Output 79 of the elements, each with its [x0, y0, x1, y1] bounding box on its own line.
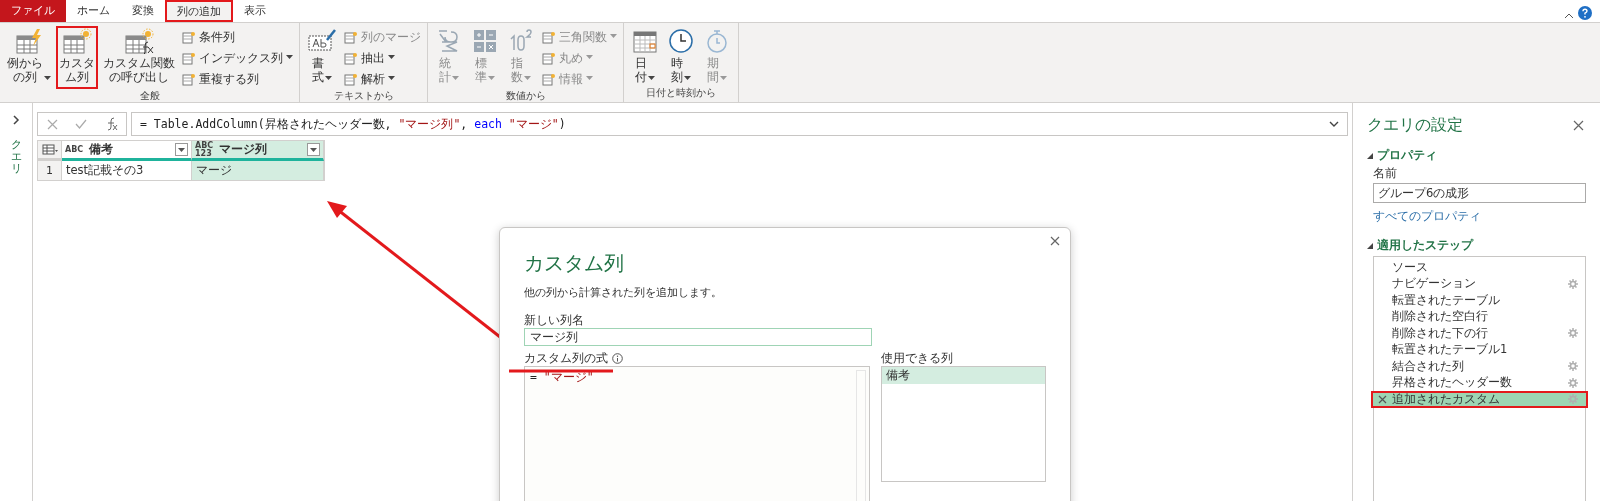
chevron-right-icon: [12, 115, 20, 125]
table-cell: マージ: [192, 161, 324, 180]
info-icon: [612, 352, 623, 364]
field-label: 新しい列名: [524, 312, 585, 328]
step-item[interactable]: 転置されたテーブル1: [1371, 341, 1588, 358]
ribbon-button[interactable]: カスタム関数の呼び出し: [100, 26, 178, 89]
group-label: 日付と時刻から: [645, 86, 717, 100]
triangle-down-icon: [1367, 242, 1373, 249]
type-label: ABC: [65, 145, 85, 154]
all-properties-link[interactable]: すべてのプロパティ: [1373, 209, 1586, 224]
caret-down-icon: [178, 147, 185, 152]
expand-button[interactable]: [10, 113, 22, 127]
calculator-icon: [472, 28, 498, 54]
step-item[interactable]: ソース: [1371, 259, 1588, 276]
ribbon-button[interactable]: 時刻: [664, 26, 698, 86]
dialog-description: 他の列から計算された列を追加します。: [524, 285, 723, 300]
dialog-title: カスタム列: [524, 250, 625, 277]
step-item[interactable]: 結合された列: [1371, 358, 1588, 375]
formula-editor[interactable]: = "マージ": [524, 366, 870, 501]
ribbon-tab[interactable]: 表示: [233, 0, 277, 22]
chevron-down-icon: [1329, 121, 1339, 127]
timer-icon: [704, 28, 730, 54]
filter-button[interactable]: [307, 143, 320, 156]
close-button[interactable]: [1571, 118, 1586, 133]
step-item[interactable]: 昇格されたヘッダー数: [1371, 374, 1588, 391]
formula-field[interactable]: = Table.AddColumn(昇格されたヘッダー数, "マージ列", each "マージ"): [131, 112, 1348, 136]
close-icon: [46, 118, 58, 130]
ribbon-tab[interactable]: 変換: [121, 0, 165, 22]
group-label: テキストから: [332, 89, 395, 103]
row-number: 1: [38, 161, 62, 180]
power-icon: [508, 28, 534, 54]
ribbon-button[interactable]: 解析: [342, 70, 423, 89]
step-item[interactable]: 削除された空白行: [1371, 308, 1588, 325]
ribbon-button[interactable]: 条件列: [180, 28, 295, 47]
input-field[interactable]: グループ6の成形: [1373, 183, 1586, 203]
help-button[interactable]: [1576, 4, 1594, 22]
step-item[interactable]: 削除された下の行: [1371, 325, 1588, 342]
clock-icon: [667, 28, 695, 54]
check-icon: [74, 119, 87, 129]
type-label: ABC 123: [195, 141, 215, 158]
caret-down-icon: [310, 147, 317, 152]
ribbon-button[interactable]: 書式: [304, 26, 340, 89]
ribbon-button[interactable]: 重複する列: [180, 70, 295, 89]
table-function-icon: [124, 28, 154, 54]
field-label: 名前: [1373, 166, 1398, 181]
calendar-icon: [632, 28, 658, 54]
close-icon: [1050, 236, 1060, 246]
ribbon-button[interactable]: インデックス列: [180, 49, 295, 68]
field-label: カスタム列の式: [524, 350, 608, 366]
ribbon-button[interactable]: 例からの列: [4, 26, 54, 89]
field-label: 使用できる列: [880, 350, 954, 366]
filter-button[interactable]: [175, 143, 188, 156]
ribbon-button[interactable]: 日付: [628, 26, 662, 86]
ribbon-tab[interactable]: ホーム: [66, 0, 121, 22]
column-header[interactable]: ABC 備考: [62, 141, 192, 161]
section-header[interactable]: プロパティ: [1367, 148, 1586, 163]
chevron-up-icon: [1564, 12, 1574, 20]
ribbon-tab[interactable]: 列の追加: [165, 0, 233, 22]
table-lightning-icon: [15, 28, 43, 54]
step-item[interactable]: 転置されたテーブル: [1371, 292, 1588, 309]
list-item[interactable]: 備考: [881, 367, 1045, 384]
text-format-icon: [307, 28, 337, 54]
ribbon-button[interactable]: カスタム列: [56, 26, 98, 89]
table-icon: [41, 143, 58, 156]
group-label: 全般: [138, 89, 161, 103]
table-sun-icon: [62, 28, 92, 54]
step-item[interactable]: 追加されたカスタム: [1371, 391, 1588, 408]
delete-icon: [1378, 394, 1387, 404]
input-field[interactable]: マージ列: [524, 328, 872, 346]
section-header[interactable]: 適用したステップ: [1367, 238, 1586, 253]
table-menu-button[interactable]: [38, 141, 62, 161]
triangle-down-icon: [1367, 152, 1373, 159]
queries-pane-label[interactable]: クエリ: [10, 139, 22, 176]
group-label: 数値から: [504, 89, 547, 103]
ribbon-button[interactable]: 抽出: [342, 49, 423, 68]
step-item[interactable]: ナビゲーション: [1371, 275, 1588, 292]
file-tab[interactable]: ファイル: [0, 0, 66, 22]
close-icon: [1573, 120, 1584, 131]
pane-title: クエリの設定: [1367, 115, 1463, 136]
